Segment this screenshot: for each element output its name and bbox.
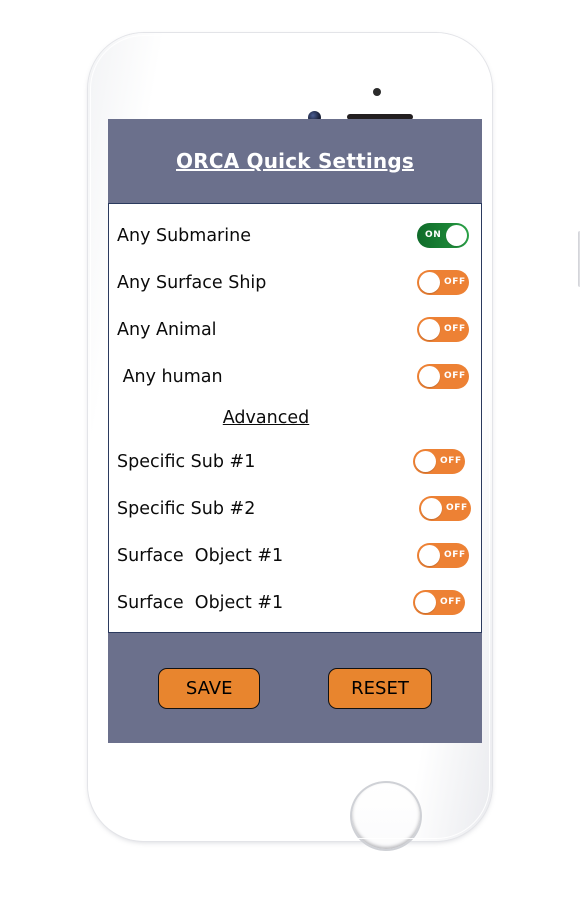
toggle-any-submarine[interactable]: ON <box>417 223 469 248</box>
proximity-sensor-icon <box>373 88 381 96</box>
app-header: ORCA Quick Settings <box>108 119 482 203</box>
toggle-surface-object-1[interactable]: OFF <box>417 543 469 568</box>
setting-label: Any Animal <box>117 319 217 340</box>
toggle-any-surface-ship[interactable]: OFF <box>417 270 469 295</box>
toggle-any-human[interactable]: OFF <box>417 364 469 389</box>
footer-actions: SAVE RESET <box>108 633 482 743</box>
home-button[interactable] <box>350 781 422 851</box>
toggle-knob <box>415 451 436 472</box>
toggle-knob <box>446 225 467 246</box>
toggle-state-label: OFF <box>444 324 466 334</box>
setting-row-specific-sub-2[interactable]: Specific Sub #2 OFF <box>109 485 481 532</box>
toggle-state-label: OFF <box>444 371 466 381</box>
setting-row-any-surface-ship[interactable]: Any Surface Ship OFF <box>109 259 481 306</box>
setting-row-specific-sub-1[interactable]: Specific Sub #1 OFF <box>109 438 481 485</box>
setting-label: Any Submarine <box>117 225 251 246</box>
setting-row-surface-object-1[interactable]: Surface Object #1 OFF <box>109 532 481 579</box>
setting-label: Any Surface Ship <box>117 272 267 293</box>
advanced-section-heading: Advanced <box>222 408 310 428</box>
toggle-specific-sub-1[interactable]: OFF <box>413 449 465 474</box>
setting-row-any-human[interactable]: Any human OFF <box>109 353 481 400</box>
toggle-knob <box>421 498 442 519</box>
setting-row-surface-object-2[interactable]: Surface Object #1 OFF <box>109 579 481 626</box>
app-screen: ORCA Quick Settings Any Submarine ON Any… <box>108 119 482 743</box>
setting-label: Surface Object #1 <box>117 592 284 613</box>
toggle-knob <box>419 272 440 293</box>
settings-panel: Any Submarine ON Any Surface Ship OFF An… <box>108 203 482 633</box>
toggle-knob <box>419 545 440 566</box>
setting-row-any-animal[interactable]: Any Animal OFF <box>109 306 481 353</box>
toggle-specific-sub-2[interactable]: OFF <box>419 496 471 521</box>
toggle-any-animal[interactable]: OFF <box>417 317 469 342</box>
setting-label: Any human <box>117 366 223 387</box>
setting-label: Specific Sub #1 <box>117 451 256 472</box>
toggle-state-label: OFF <box>444 550 466 560</box>
save-button[interactable]: SAVE <box>158 667 261 709</box>
reset-button[interactable]: RESET <box>328 667 432 709</box>
toggle-knob <box>415 592 436 613</box>
page-title: ORCA Quick Settings <box>176 149 414 173</box>
toggle-state-label: OFF <box>440 597 462 607</box>
setting-row-any-submarine[interactable]: Any Submarine ON <box>109 212 481 259</box>
toggle-state-label: OFF <box>446 503 468 513</box>
toggle-state-label: OFF <box>444 277 466 287</box>
toggle-state-label: ON <box>425 230 442 240</box>
toggle-knob <box>419 366 440 387</box>
toggle-surface-object-2[interactable]: OFF <box>413 590 465 615</box>
setting-label: Surface Object #1 <box>117 545 284 566</box>
toggle-state-label: OFF <box>440 456 462 466</box>
setting-label: Specific Sub #2 <box>117 498 256 519</box>
toggle-knob <box>419 319 440 340</box>
